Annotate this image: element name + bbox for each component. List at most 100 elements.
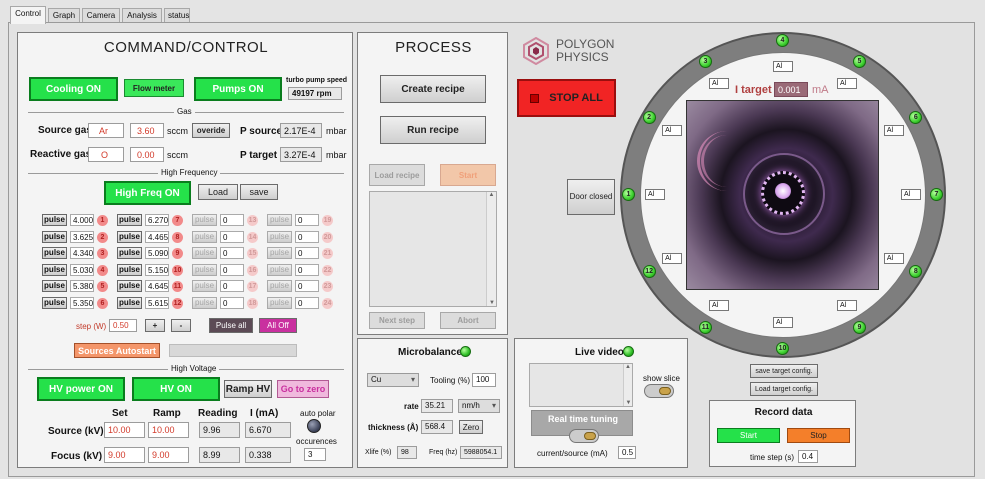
rate-unit-select[interactable]: nm/h ▾: [458, 399, 500, 413]
tab-status[interactable]: status: [164, 8, 190, 23]
recipe-list[interactable]: ▲ ▼: [369, 191, 497, 307]
tab-analysis[interactable]: Analysis: [122, 8, 162, 23]
pulse-button[interactable]: pulse: [42, 247, 67, 259]
pulse-button[interactable]: pulse: [42, 231, 67, 243]
current-source-field[interactable]: 0.5: [618, 446, 636, 459]
pulse-button[interactable]: pulse: [42, 297, 67, 309]
pulse-power-field[interactable]: 5.090: [145, 247, 169, 259]
pulse-button[interactable]: pulse: [192, 280, 217, 292]
pulse-button[interactable]: pulse: [267, 280, 292, 292]
abort-button[interactable]: Abort: [440, 312, 496, 329]
pumps-button[interactable]: Pumps ON: [194, 77, 282, 101]
pulse-button[interactable]: pulse: [192, 297, 217, 309]
tooling-field[interactable]: 100: [472, 373, 496, 387]
pulse-button[interactable]: pulse: [192, 231, 217, 243]
pulse-power-field[interactable]: 3.625: [70, 231, 94, 243]
all-off-button[interactable]: All Off: [259, 318, 297, 333]
step-plus-button[interactable]: +: [145, 319, 165, 332]
pulse-power-field[interactable]: 0: [220, 231, 244, 243]
pulse-button[interactable]: pulse: [117, 264, 142, 276]
pulse-button[interactable]: pulse: [42, 214, 67, 226]
target-source-12[interactable]: 12: [642, 265, 656, 278]
pulse-button[interactable]: pulse: [192, 247, 217, 259]
flow-meter-button[interactable]: Flow meter: [124, 79, 184, 97]
target-material-field[interactable]: Al: [709, 299, 729, 311]
target-material-field[interactable]: Al: [709, 78, 729, 90]
pulse-power-field[interactable]: 5.380: [70, 280, 94, 292]
pulse-button[interactable]: pulse: [267, 297, 292, 309]
show-slice-toggle[interactable]: [644, 384, 674, 398]
pulse-button[interactable]: pulse: [42, 280, 67, 292]
hv-on-button[interactable]: HV ON: [132, 377, 220, 401]
pulse-all-button[interactable]: Pulse all: [209, 318, 253, 333]
source-set-field[interactable]: 10.00: [104, 422, 145, 438]
auto-polar-indicator[interactable]: [307, 419, 321, 433]
target-source-4[interactable]: 4: [776, 34, 789, 47]
zero-button[interactable]: Zero: [459, 420, 483, 434]
pulse-power-field[interactable]: 6.270: [145, 214, 169, 226]
pulse-button[interactable]: pulse: [267, 264, 292, 276]
target-source-2[interactable]: 2: [642, 111, 656, 124]
pulse-power-field[interactable]: 0: [295, 264, 319, 276]
pulse-power-field[interactable]: 0: [295, 297, 319, 309]
pulse-power-field[interactable]: 5.030: [70, 264, 94, 276]
source-gas-field[interactable]: Ar: [88, 123, 124, 138]
tab-graph[interactable]: Graph: [48, 8, 80, 23]
target-material-field[interactable]: Al: [837, 78, 857, 90]
target-material-field[interactable]: Al: [901, 189, 921, 200]
target-material-field[interactable]: Al: [883, 253, 904, 264]
target-source-3[interactable]: 3: [699, 54, 712, 68]
hf-save-button[interactable]: save: [240, 184, 278, 200]
pulse-button[interactable]: pulse: [117, 247, 142, 259]
tab-camera[interactable]: Camera: [82, 8, 120, 23]
video-list-scrollbar[interactable]: ▲ ▼: [623, 364, 632, 406]
record-start-button[interactable]: Start: [717, 428, 780, 443]
pulse-power-field[interactable]: 5.615: [145, 297, 169, 309]
pulse-power-field[interactable]: 4.465: [145, 231, 169, 243]
next-step-button[interactable]: Next step: [369, 312, 425, 329]
hv-power-button[interactable]: HV power ON: [37, 377, 125, 401]
pulse-button[interactable]: pulse: [192, 214, 217, 226]
pulse-power-field[interactable]: 0: [295, 280, 319, 292]
material-select[interactable]: Cu ▾: [367, 373, 419, 387]
pulse-button[interactable]: pulse: [267, 214, 292, 226]
pulse-power-field[interactable]: 4.000: [70, 214, 94, 226]
pulse-power-field[interactable]: 0: [295, 247, 319, 259]
pulse-power-field[interactable]: 0: [295, 231, 319, 243]
pulse-button[interactable]: pulse: [42, 264, 67, 276]
record-stop-button[interactable]: Stop: [787, 428, 850, 443]
override-button[interactable]: overide: [192, 123, 230, 138]
focus-ramp-field[interactable]: 9.00: [148, 447, 189, 463]
pulse-power-field[interactable]: 4.340: [70, 247, 94, 259]
pulse-button[interactable]: pulse: [192, 264, 217, 276]
load-target-config-button[interactable]: Load target config.: [750, 382, 818, 396]
real-time-tuning-toggle[interactable]: [569, 429, 599, 443]
target-source-1[interactable]: 1: [622, 188, 635, 201]
target-material-field[interactable]: Al: [837, 299, 857, 311]
pulse-power-field[interactable]: 0: [220, 297, 244, 309]
pulse-button[interactable]: pulse: [117, 297, 142, 309]
pulse-power-field[interactable]: 0: [295, 214, 319, 226]
target-material-field[interactable]: Al: [662, 253, 683, 264]
time-step-field[interactable]: 0.4: [798, 450, 818, 463]
start-recipe-button[interactable]: Start: [440, 164, 496, 186]
pulse-power-field[interactable]: 5.350: [70, 297, 94, 309]
pulse-button[interactable]: pulse: [267, 247, 292, 259]
step-minus-button[interactable]: -: [171, 319, 191, 332]
video-list[interactable]: ▲ ▼: [529, 363, 633, 407]
pulse-button[interactable]: pulse: [117, 214, 142, 226]
pulse-power-field[interactable]: 0: [220, 247, 244, 259]
reactive-flow-field[interactable]: 0.00: [130, 147, 164, 162]
target-material-field[interactable]: Al: [773, 61, 793, 72]
i-target-field[interactable]: 0.001: [774, 82, 808, 97]
door-closed-button[interactable]: Door closed: [567, 179, 615, 215]
recipe-list-scrollbar[interactable]: ▲ ▼: [486, 192, 496, 306]
run-recipe-button[interactable]: Run recipe: [380, 116, 486, 144]
target-source-5[interactable]: 5: [853, 54, 866, 68]
go-to-zero-button[interactable]: Go to zero: [277, 380, 329, 398]
target-material-field[interactable]: Al: [883, 125, 904, 136]
ramp-hv-button[interactable]: Ramp HV: [224, 380, 272, 398]
load-recipe-button[interactable]: Load recipe: [369, 164, 425, 186]
focus-set-field[interactable]: 9.00: [104, 447, 145, 463]
pulse-button[interactable]: pulse: [267, 231, 292, 243]
